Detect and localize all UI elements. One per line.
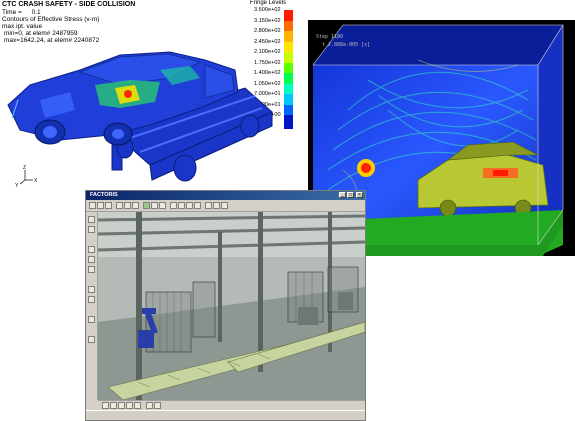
sim-time-label: t 2.888e-005 [s] <box>322 42 371 48</box>
factory-side-toolbar <box>86 212 98 400</box>
minimize-button[interactable]: _ <box>339 192 346 198</box>
play-icon[interactable] <box>118 402 125 409</box>
axis-triad <box>19 170 33 185</box>
factory-status-bar <box>86 410 365 420</box>
settings-icon[interactable] <box>221 202 228 209</box>
last-frame-icon[interactable] <box>134 402 141 409</box>
maximize-button[interactable]: □ <box>347 192 354 198</box>
sim-step-label: Step 1180 <box>316 34 344 40</box>
copy-icon[interactable] <box>124 202 131 209</box>
new-file-icon[interactable] <box>89 202 96 209</box>
crash-safety-panel: CTC CRASH SAFETY - SIDE COLLISION Time =… <box>0 0 310 190</box>
factory-window: FACTORIS _ □ × <box>85 190 366 421</box>
paste-icon[interactable] <box>132 202 139 209</box>
fringe-level-label: 3.500e+02 <box>254 7 281 13</box>
path-tool-icon[interactable] <box>88 286 95 293</box>
factory-window-title: FACTORIS <box>90 192 118 198</box>
axis-y-label: Y <box>15 183 19 189</box>
rotate-view-icon[interactable] <box>186 202 193 209</box>
select-tool-icon[interactable] <box>88 216 95 223</box>
stop-icon[interactable] <box>159 202 166 209</box>
factory-bottom-toolbar <box>98 400 365 410</box>
camera-icon[interactable] <box>213 202 220 209</box>
prev-frame-icon[interactable] <box>110 402 117 409</box>
factory-toolbar <box>86 200 365 212</box>
measure-tool-icon[interactable] <box>88 336 95 343</box>
time-value: 0.1 <box>31 9 41 16</box>
zoom-in-icon[interactable] <box>170 202 177 209</box>
factory-titlebar[interactable]: FACTORIS _ □ × <box>86 191 365 200</box>
robot-tool-icon[interactable] <box>88 256 95 263</box>
fringe-level-label: 3.150e+02 <box>254 17 281 24</box>
speed-icon[interactable] <box>154 402 161 409</box>
cut-icon[interactable] <box>116 202 123 209</box>
first-frame-icon[interactable] <box>102 402 109 409</box>
open-file-icon[interactable] <box>97 202 104 209</box>
operator-tool-icon[interactable] <box>88 316 95 323</box>
factory-3d-view[interactable] <box>98 212 365 400</box>
axis-x-label: X <box>34 178 38 184</box>
buffer-tool-icon[interactable] <box>88 296 95 303</box>
next-frame-icon[interactable] <box>126 402 133 409</box>
crash-title: CTC CRASH SAFETY - SIDE COLLISION <box>2 1 136 8</box>
car-crash-model: Z X Y <box>7 51 273 189</box>
factory-scene <box>98 212 365 400</box>
grid-icon[interactable] <box>205 202 212 209</box>
save-icon[interactable] <box>105 202 112 209</box>
run-icon[interactable] <box>143 202 150 209</box>
pause-icon[interactable] <box>151 202 158 209</box>
machine-tool-icon[interactable] <box>88 266 95 273</box>
record-icon[interactable] <box>146 402 153 409</box>
close-button[interactable]: × <box>356 192 363 198</box>
pan-view-icon[interactable] <box>194 202 201 209</box>
move-tool-icon[interactable] <box>88 226 95 233</box>
zoom-out-icon[interactable] <box>178 202 185 209</box>
axis-z-label: Z <box>23 165 26 171</box>
time-label: Time = <box>2 9 22 16</box>
conveyor-tool-icon[interactable] <box>88 246 95 253</box>
